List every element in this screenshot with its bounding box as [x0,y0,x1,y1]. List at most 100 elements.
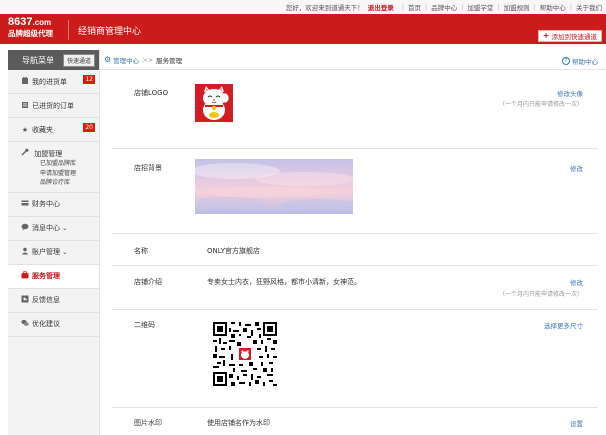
logo-domain: .com [32,18,52,27]
user-icon [21,247,29,257]
quick-access-button[interactable]: 快速通道 [62,53,95,67]
chat-icon [21,223,29,233]
top-link-brand-center[interactable]: 品牌中心 [431,2,457,12]
sidebar-item-suggestions[interactable]: 优化建议 [8,313,99,337]
sidebar-item-feedback[interactable]: 反馈信息 [8,289,99,313]
divider: | [461,3,464,11]
sidebar-item-label: 我的进货单 [32,77,67,86]
watermark-value: 使用店铺名作为水印 [207,419,270,427]
logout-link[interactable]: 退出登录 [368,2,394,12]
sidebar-item-favorites[interactable]: ★ 收藏夹 20 [8,118,99,142]
sidebar-item-label: 反馈信息 [32,296,60,304]
divider: | [424,3,428,11]
breadcrumb-separator: >> [142,55,154,64]
top-links: 您好，欢迎来到道通天下！ 退出登录 | 首页 | 品牌中心 | 加盟学堂 | 加… [286,2,602,12]
row-qrcode: 二维码 选择更多尺寸 [112,310,598,408]
qr-code-image [213,322,277,386]
row-store-logo: 店铺LOGO 修改头像 （一个月内只能申请修改一次） [112,76,598,149]
top-link-rules[interactable]: 加盟规则 [504,2,530,12]
sidebar-item-label: 已进货的订单 [32,101,74,110]
card-icon [21,199,29,209]
sidebar-nav: 导航菜单 快速通道 我的进货单 12 已进货的订单 ★ 收藏夹 20 加盟管理 … [8,50,100,435]
sidebar-subitem-brand-diagnosis[interactable]: 品牌诊疗库 [21,178,99,188]
row-note: （一个月内只能申请修改一次） [498,101,583,108]
page-title: 经销商管理中心 [78,27,142,37]
sidebar-item-account[interactable]: 账户管理 ⌄ [8,241,99,265]
edit-intro-link[interactable]: 修改 [570,277,583,287]
row-store-name: 名称 ONLY官方旗舰店 [112,234,598,266]
chevron-down-icon: ⌄ [62,224,68,232]
site-logo[interactable]: 8637.com [8,17,51,28]
cart-icon [21,76,29,87]
sidebar-item-finance[interactable]: 财务中心 [8,193,99,217]
sidebar-item-label: 优化建议 [32,320,60,328]
main-content: ⚙ 管理中心 >> 服务管理 ? 帮助中心 店铺LOGO 修改头像 （一个月内只… [100,50,606,435]
sidebar-item-label: 加盟管理 [34,150,63,158]
sidebar-item-label: 账户管理 [32,248,60,256]
help-center-link[interactable]: ? 帮助中心 [562,56,598,66]
nav-title: 导航菜单 [22,55,54,65]
sidebar-subitem-joined-brands[interactable]: 已加盟品牌库 [21,159,99,169]
wrench-icon [21,148,29,158]
briefcase-icon [21,271,29,281]
change-avatar-link[interactable]: 修改头像 [557,88,583,98]
edit-banner-link[interactable]: 修改 [570,163,583,173]
help-label: 帮助中心 [572,58,598,66]
breadcrumb-root[interactable]: 管理中心 [113,55,139,65]
divider: | [401,3,404,11]
divider: | [497,3,500,11]
top-link-academy[interactable]: 加盟学堂 [467,2,493,12]
store-logo-image [195,84,233,122]
gear-icon: ⚙ [104,55,112,64]
store-banner-image [185,159,360,214]
sidebar-item-orders[interactable]: 已进货的订单 [8,94,99,118]
reply-icon [21,295,29,305]
top-link-about[interactable]: 关于我们 [576,2,602,12]
breadcrumb-current: 服务管理 [156,56,183,65]
row-label: 店招背景 [134,164,162,172]
row-label: 二维码 [134,321,155,329]
sidebar-item-label: 服务管理 [32,272,60,280]
top-link-help[interactable]: 帮助中心 [540,2,566,12]
chevron-down-icon: ⌄ [62,248,68,256]
sidebar-item-purchase-list[interactable]: 我的进货单 12 [8,70,99,94]
count-badge: 20 [83,123,95,132]
breadcrumb: ⚙ 管理中心 >> 服务管理 [100,50,606,70]
sidebar-item-franchise[interactable]: 加盟管理 [21,148,99,159]
more-sizes-link[interactable]: 选择更多尺寸 [544,320,583,330]
row-note: （一个月内只能申请修改一次） [498,291,583,298]
sidebar-item-messages[interactable]: 消息中心 ⌄ [8,217,99,241]
row-label: 店铺介绍 [134,278,162,286]
watermark-settings-link[interactable]: 设置 [570,418,583,428]
sidebar-item-service-management[interactable]: 服务管理 [8,264,99,289]
sidebar-item-label: 财务中心 [32,200,60,208]
sidebar-group-franchise: 加盟管理 已加盟品牌库 申请加盟管理 品牌诊疗库 [8,142,99,193]
store-intro-value: 专卖女士内衣，狂野风格，都市小清新，女神范。 [207,278,361,286]
row-label: 名称 [134,247,148,255]
list-icon [21,101,29,111]
bubble-icon [21,319,29,329]
add-shortcut-label: 添加到快速通道 [551,33,598,41]
nav-header: 导航菜单 快速通道 [8,50,99,70]
row-store-banner: 店招背景 修改 [112,149,598,234]
row-label: 图片水印 [134,419,162,427]
divider: | [533,3,536,11]
sidebar-subitem-apply-management[interactable]: 申请加盟管理 [21,169,99,179]
row-store-intro: 店铺介绍 专卖女士内衣，狂野风格，都市小清新，女神范。 修改 （一个月内只能申请… [112,266,598,310]
question-icon: ? [562,57,570,65]
top-strip: 您好，欢迎来到道通天下！ 退出登录 | 首页 | 品牌中心 | 加盟学堂 | 加… [0,0,606,14]
row-label: 店铺LOGO [134,89,169,97]
plus-icon: + [542,31,550,40]
row-watermark: 图片水印 使用店铺名作为水印 设置 [112,408,598,435]
add-shortcut-button[interactable]: + 添加到快速通道 [537,30,602,42]
store-name-value: ONLY官方旗舰店 [207,247,260,255]
sidebar-item-label: 消息中心 [32,224,60,232]
count-badge: 12 [83,75,95,84]
logo-number: 8637 [8,16,33,28]
star-icon: ★ [21,125,29,134]
divider: | [569,3,572,11]
logo-slogan: 品牌超级代理 [8,29,53,38]
top-link-home[interactable]: 首页 [408,2,421,12]
sidebar-item-label: 收藏夹 [32,125,53,134]
header-divider [68,20,69,40]
